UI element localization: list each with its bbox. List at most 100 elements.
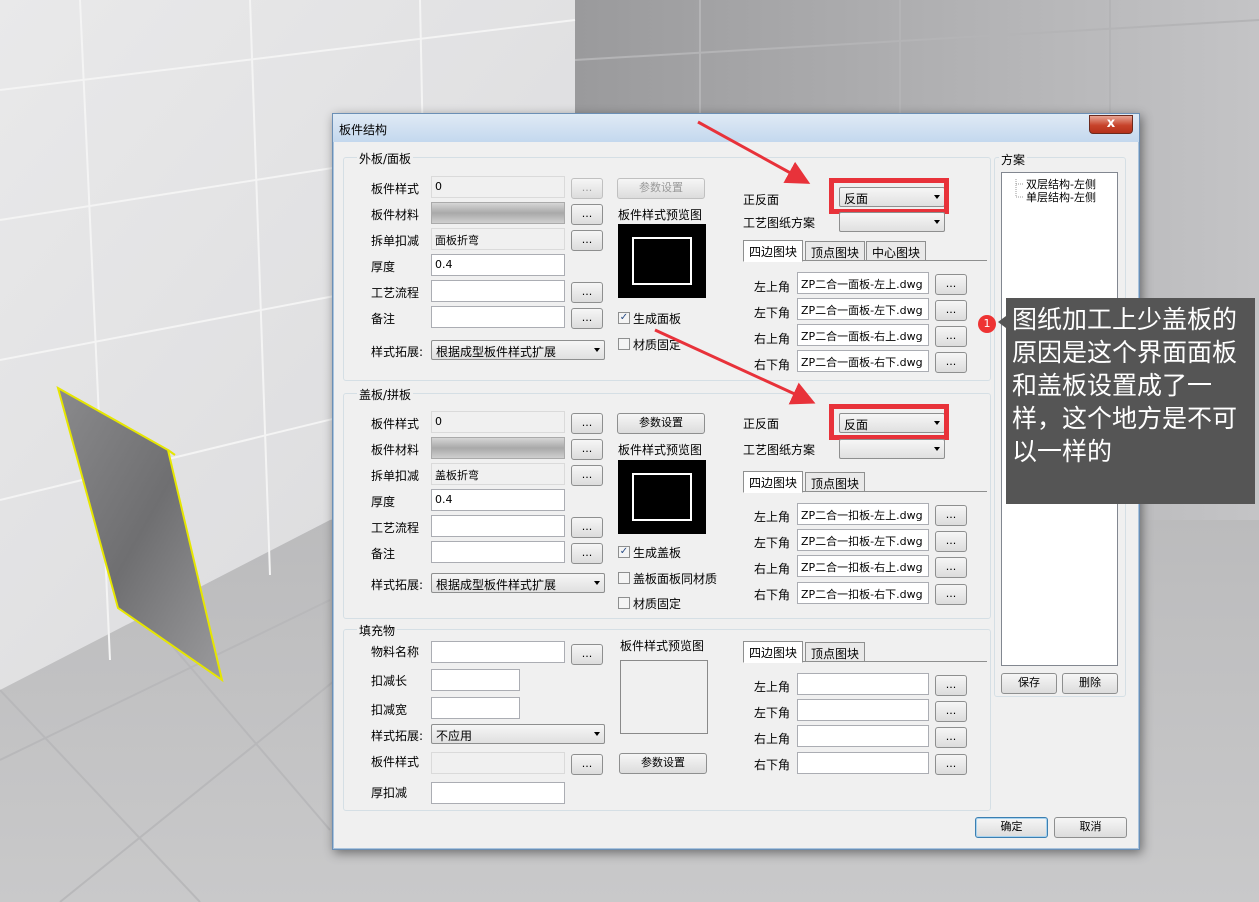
- filler-name-input[interactable]: [431, 641, 565, 663]
- cover-corner-tr-input[interactable]: ZP二合一扣板-右上.dwg: [797, 555, 929, 577]
- outer-corner-tl-label: 左上角: [754, 280, 791, 294]
- scheme-item-single[interactable]: 单层结构-左侧: [1026, 189, 1096, 205]
- outer-tab-edge[interactable]: 四边图块: [743, 240, 804, 262]
- filler-corner-bl-browse[interactable]: ...: [935, 701, 967, 722]
- cover-preview-label: 板件样式预览图: [618, 443, 703, 457]
- cover-corner-tl-input[interactable]: ZP二合一扣板-左上.dwg: [797, 503, 929, 525]
- outer-corner-bl-input[interactable]: ZP二合一面板-左下.dwg: [797, 298, 929, 320]
- ok-button[interactable]: 确定: [975, 817, 1048, 838]
- filler-corner-tr-label: 右上角: [754, 732, 791, 746]
- outer-thickness-label: 厚度: [371, 260, 396, 274]
- outer-process-label: 工艺流程: [371, 286, 420, 300]
- outer-material-browse-button[interactable]: ...: [571, 204, 603, 225]
- outer-fold-field[interactable]: 面板折弯: [431, 228, 565, 250]
- filler-corner-tl-input[interactable]: [797, 673, 929, 695]
- filler-corner-bl-input[interactable]: [797, 699, 929, 721]
- outer-tab-vertex[interactable]: 顶点图块: [805, 241, 866, 261]
- outer-generate-label: 生成面板: [633, 312, 682, 326]
- cover-note-label: 备注: [371, 547, 396, 561]
- scheme-save-button[interactable]: 保存: [1001, 673, 1057, 694]
- cover-note-input[interactable]: [431, 541, 565, 563]
- cover-plan-select[interactable]: [839, 439, 945, 459]
- cover-material-swatch[interactable]: [431, 437, 565, 459]
- outer-fold-browse-button[interactable]: ...: [571, 230, 603, 251]
- outer-corner-br-input[interactable]: ZP二合一面板-右下.dwg: [797, 350, 929, 372]
- filler-corner-tr-input[interactable]: [797, 725, 929, 747]
- filler-name-label: 物料名称: [371, 645, 420, 659]
- cover-fold-field[interactable]: 盖板折弯: [431, 463, 565, 485]
- filler-ext-select[interactable]: 不应用: [431, 724, 605, 744]
- filler-preview-image: [620, 660, 708, 734]
- cover-param-button[interactable]: 参数设置: [617, 413, 705, 434]
- cover-tab-vertex[interactable]: 顶点图块: [805, 472, 866, 492]
- filler-corner-br-browse[interactable]: ...: [935, 754, 967, 775]
- cover-corner-bl-input[interactable]: ZP二合一扣板-左下.dwg: [797, 529, 929, 551]
- filler-ext-label: 样式拓展:: [371, 729, 424, 743]
- outer-note-browse-button[interactable]: ...: [571, 308, 603, 329]
- outer-corner-tl-browse[interactable]: ...: [935, 274, 967, 295]
- scheme-delete-button[interactable]: 删除: [1062, 673, 1118, 694]
- cover-samemat-checkbox[interactable]: [618, 572, 630, 584]
- outer-corner-br-browse[interactable]: ...: [935, 352, 967, 373]
- window-title: 板件结构: [339, 123, 388, 137]
- outer-corner-tr-browse[interactable]: ...: [935, 326, 967, 347]
- cover-ext-select[interactable]: 根据成型板件样式扩展: [431, 573, 605, 593]
- filler-corner-br-input[interactable]: [797, 752, 929, 774]
- outer-param-button[interactable]: 参数设置: [617, 178, 705, 199]
- cover-tab-edge[interactable]: 四边图块: [743, 471, 804, 493]
- filler-len-input[interactable]: [431, 669, 520, 691]
- outer-thickness-input[interactable]: 0.4: [431, 254, 565, 276]
- outer-style-label: 板件样式: [371, 182, 420, 196]
- filler-tab-edge[interactable]: 四边图块: [743, 641, 804, 663]
- cover-material-browse-button[interactable]: ...: [571, 439, 603, 460]
- outer-plan-select[interactable]: [839, 212, 945, 232]
- filler-corner-tl-label: 左上角: [754, 680, 791, 694]
- filler-style-browse-button[interactable]: ...: [571, 754, 603, 775]
- cover-corner-bl-browse[interactable]: ...: [935, 531, 967, 552]
- outer-matfix-checkbox[interactable]: [618, 338, 630, 350]
- cover-style-field[interactable]: 0: [431, 411, 565, 433]
- cover-corner-br-browse[interactable]: ...: [935, 584, 967, 605]
- outer-material-swatch[interactable]: [431, 202, 565, 224]
- cover-corner-tl-label: 左上角: [754, 510, 791, 524]
- cover-corner-tl-browse[interactable]: ...: [935, 505, 967, 526]
- filler-width-label: 扣减宽: [371, 703, 408, 717]
- cover-generate-checkbox[interactable]: ✓: [618, 546, 630, 558]
- outer-process-browse-button[interactable]: ...: [571, 282, 603, 303]
- filler-corner-tr-browse[interactable]: ...: [935, 727, 967, 748]
- outer-generate-checkbox[interactable]: ✓: [618, 312, 630, 324]
- outer-style-field[interactable]: 0: [431, 176, 565, 198]
- cover-style-browse-button[interactable]: ...: [571, 413, 603, 434]
- outer-corner-tl-input[interactable]: ZP二合一面板-左上.dwg: [797, 272, 929, 294]
- outer-group-label: 外板/面板: [357, 150, 414, 167]
- close-button[interactable]: x: [1089, 115, 1133, 134]
- filler-tab-vertex[interactable]: 顶点图块: [805, 642, 866, 662]
- filler-width-input[interactable]: [431, 697, 520, 719]
- cover-thickness-input[interactable]: 0.4: [431, 489, 565, 511]
- cover-process-input[interactable]: [431, 515, 565, 537]
- cover-note-browse-button[interactable]: ...: [571, 543, 603, 564]
- filler-corner-tl-browse[interactable]: ...: [935, 675, 967, 696]
- filler-name-browse-button[interactable]: ...: [571, 644, 603, 665]
- filler-style-field[interactable]: [431, 752, 565, 774]
- cover-corner-tr-label: 右上角: [754, 562, 791, 576]
- outer-corner-bl-browse[interactable]: ...: [935, 300, 967, 321]
- outer-ext-select[interactable]: 根据成型板件样式扩展: [431, 340, 605, 360]
- outer-corner-tr-label: 右上角: [754, 332, 791, 346]
- cover-corner-tr-browse[interactable]: ...: [935, 557, 967, 578]
- filler-param-button[interactable]: 参数设置: [619, 753, 707, 774]
- cover-fold-browse-button[interactable]: ...: [571, 465, 603, 486]
- outer-tab-center[interactable]: 中心图块: [866, 241, 927, 261]
- outer-style-browse-button[interactable]: ...: [571, 178, 603, 199]
- cover-process-browse-button[interactable]: ...: [571, 517, 603, 538]
- cancel-button[interactable]: 取消: [1054, 817, 1127, 838]
- outer-note-input[interactable]: [431, 306, 565, 328]
- outer-side-label: 正反面: [743, 193, 780, 207]
- title-bar[interactable]: 板件结构 x: [333, 114, 1139, 142]
- cover-group-label: 盖板/拼板: [357, 386, 414, 403]
- cover-corner-br-input[interactable]: ZP二合一扣板-右下.dwg: [797, 582, 929, 604]
- outer-corner-tr-input[interactable]: ZP二合一面板-右上.dwg: [797, 324, 929, 346]
- outer-process-input[interactable]: [431, 280, 565, 302]
- cover-matfix-checkbox[interactable]: [618, 597, 630, 609]
- filler-thick-input[interactable]: [431, 782, 565, 804]
